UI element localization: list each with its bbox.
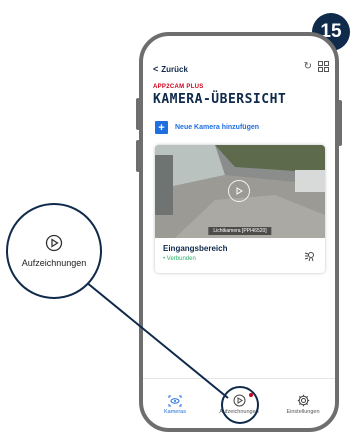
back-label: Zurück — [161, 64, 188, 74]
camera-eye-icon — [168, 395, 182, 406]
nav-label: Einstellungen — [286, 409, 320, 415]
phone-frame: < Zurück ↻ APP2CAM PLUS KAMERA-ÜBERSICHT… — [139, 32, 339, 432]
play-circle-icon — [45, 234, 63, 252]
play-overlay-icon[interactable] — [228, 180, 250, 202]
camera-status: • Verbunden — [163, 256, 196, 262]
nav-label: Kameras — [163, 408, 186, 415]
camera-image-label: Lichtkamera [PPI46520] — [208, 227, 272, 235]
grid-view-icon[interactable] — [318, 61, 329, 72]
camera-name: Eingangsbereich — [163, 244, 228, 253]
nav-tab-kameras[interactable]: Kameras — [145, 395, 205, 415]
refresh-icon[interactable]: ↻ — [304, 61, 312, 72]
gear-icon — [297, 394, 309, 407]
page-title: KAMERA-ÜBERSICHT — [153, 92, 287, 107]
add-camera-button[interactable]: + Neue Kamera hinzufügen — [155, 121, 259, 134]
callout-label: Aufzeichnungen — [21, 258, 87, 268]
brand-label: APP2CAM PLUS — [153, 84, 204, 90]
plus-icon: + — [155, 121, 168, 134]
add-camera-label: Neue Kamera hinzufügen — [175, 124, 260, 131]
header-actions: ↻ — [304, 61, 329, 72]
callout-bubble: Aufzeichnungen — [6, 203, 102, 299]
back-button[interactable]: < Zurück — [153, 64, 188, 74]
nav-tab-einstellungen[interactable]: Einstellungen — [273, 394, 333, 415]
highlight-ring — [221, 386, 259, 424]
app-screen: < Zurück ↻ APP2CAM PLUS KAMERA-ÜBERSICHT… — [143, 36, 335, 428]
motion-settings-icon[interactable] — [303, 249, 317, 263]
chevron-left-icon: < — [153, 64, 159, 74]
camera-card[interactable]: Lichtkamera [PPI46520] Eingangsbereich •… — [155, 145, 325, 273]
